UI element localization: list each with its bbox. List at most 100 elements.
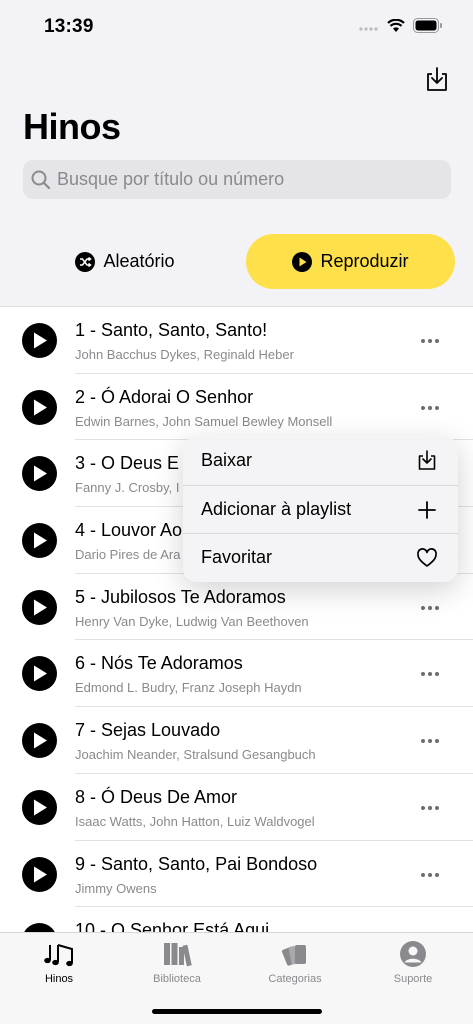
shuffle-label: Aleatório [103,251,175,271]
play-button[interactable] [22,589,57,625]
action-buttons: Aleatório Reproduzir [0,234,473,289]
more-icon [435,339,439,343]
more-options-button[interactable] [421,666,439,682]
play-all-label: Reproduzir [320,251,409,271]
play-icon [34,799,47,816]
hymn-authors: Edwin Barnes, John Samuel Bewley Monsell [75,413,333,429]
signal-icon [359,26,378,31]
play-button[interactable] [22,456,57,492]
more-icon [421,405,425,410]
list-item[interactable]: 6 - Nós Te Adoramos Edmond L. Budry, Fra… [0,640,473,707]
play-icon [34,465,47,482]
more-options-button[interactable] [421,400,439,416]
hymn-authors: John Bacchus Dykes, Reginald Heber [75,347,294,362]
more-icon [428,805,432,810]
download-all-button[interactable] [425,66,449,92]
home-indicator [152,1009,322,1014]
play-circle-icon [292,251,313,272]
play-button[interactable] [22,389,57,425]
categories-icon [280,939,310,969]
more-options-button[interactable] [421,867,439,883]
hymn-title: 3 - O Deus E [75,453,180,474]
menu-item-label: Baixar [201,449,253,470]
play-button[interactable] [22,656,57,692]
play-button[interactable] [22,323,57,358]
tab-label: Biblioteca [153,973,201,985]
hymn-authors: Dario Pires de Ara [75,547,181,563]
shuffle-icon [75,251,96,272]
play-button[interactable] [22,856,57,892]
more-options-button[interactable] [421,600,439,616]
play-button[interactable] [22,789,57,825]
hymn-authors: Joachim Neander, Stralsund Gesangbuch [75,747,316,763]
shuffle-button[interactable]: Aleatório [20,234,230,289]
more-icon [435,805,439,810]
list-item[interactable]: 5 - Jubilosos Te Adoramos Henry Van Dyke… [0,574,473,641]
tab-suporte[interactable]: Suporte [363,939,463,989]
more-icon [428,605,432,610]
more-icon [435,672,439,677]
play-button[interactable] [22,723,57,759]
more-icon [421,605,425,610]
header: Hinos Busque por título ou número Aleató… [0,54,473,306]
page-title: Hinos [23,106,121,147]
search-input[interactable]: Busque por título ou número [23,160,451,199]
plus-icon [418,500,436,519]
context-menu: Baixar Adicionar à playlist Favoritar [183,436,458,582]
download-icon [427,67,447,91]
list-item[interactable]: 9 - Santo, Santo, Pai Bondoso Jimmy Owen… [0,841,473,908]
library-icon [162,939,192,969]
search-icon [31,170,51,189]
more-icon [428,339,432,343]
more-icon [428,739,432,744]
more-icon [421,739,425,744]
hymn-authors: Jimmy Owens [75,880,157,896]
play-icon [34,532,47,549]
hymn-title: 5 - Jubilosos Te Adoramos [75,586,286,607]
play-button[interactable] [22,923,57,932]
list-item[interactable]: 10 - O Senhor Está Aqui [0,907,473,932]
menu-item-label: Adicionar à playlist [201,498,352,519]
tab-label: Hinos [44,973,74,985]
tab-hinos[interactable]: Hinos [9,939,109,989]
menu-item-favorite[interactable]: Favoritar [183,533,458,582]
menu-item-add-playlist[interactable]: Adicionar à playlist [183,484,458,534]
more-options-button[interactable] [421,333,439,349]
hymn-title: 8 - Ó Deus De Amor [75,786,238,807]
list-item[interactable]: 2 - Ó Adorai O Senhor Edwin Barnes, John… [0,374,473,441]
play-icon [34,599,47,616]
search-placeholder: Busque por título ou número [57,169,285,189]
play-icon [34,665,47,682]
hymn-title: 4 - Louvor Ao [75,520,183,541]
status-icons [359,18,443,33]
more-options-button[interactable] [421,733,439,749]
more-icon [428,872,432,877]
more-icon [421,672,425,677]
hymn-title: 10 - O Senhor Está Aqui [75,920,270,932]
play-icon [34,732,47,749]
status-bar: 13:39 [0,0,473,54]
wifi-icon [387,18,405,32]
menu-item-download[interactable]: Baixar [183,436,458,485]
tab-categorias[interactable]: Categorias [245,939,345,989]
tab-biblioteca[interactable]: Biblioteca [127,939,227,989]
more-icon [435,605,439,610]
tab-label: Categorias [268,973,322,985]
play-button[interactable] [22,523,57,559]
play-icon [34,866,47,882]
list-item[interactable]: 7 - Sejas Louvado Joachim Neander, Stral… [0,707,473,774]
list-item[interactable]: 8 - Ó Deus De Amor Isaac Watts, John Hat… [0,774,473,841]
hymn-title: 2 - Ó Adorai O Senhor [75,386,254,407]
download-icon [418,450,436,470]
hymn-list: 1 - Santo, Santo, Santo! John Bacchus Dy… [0,306,473,932]
menu-item-label: Favoritar [201,547,273,568]
more-icon [435,739,439,744]
list-item[interactable]: 1 - Santo, Santo, Santo! John Bacchus Dy… [0,307,473,374]
more-icon [435,405,439,410]
more-options-button[interactable] [421,800,439,816]
play-all-button[interactable]: Reproduzir [246,234,455,289]
more-icon [428,672,432,677]
heart-icon [417,548,437,568]
more-icon [428,405,432,410]
hymn-authors: Fanny J. Crosby, I [75,480,180,496]
